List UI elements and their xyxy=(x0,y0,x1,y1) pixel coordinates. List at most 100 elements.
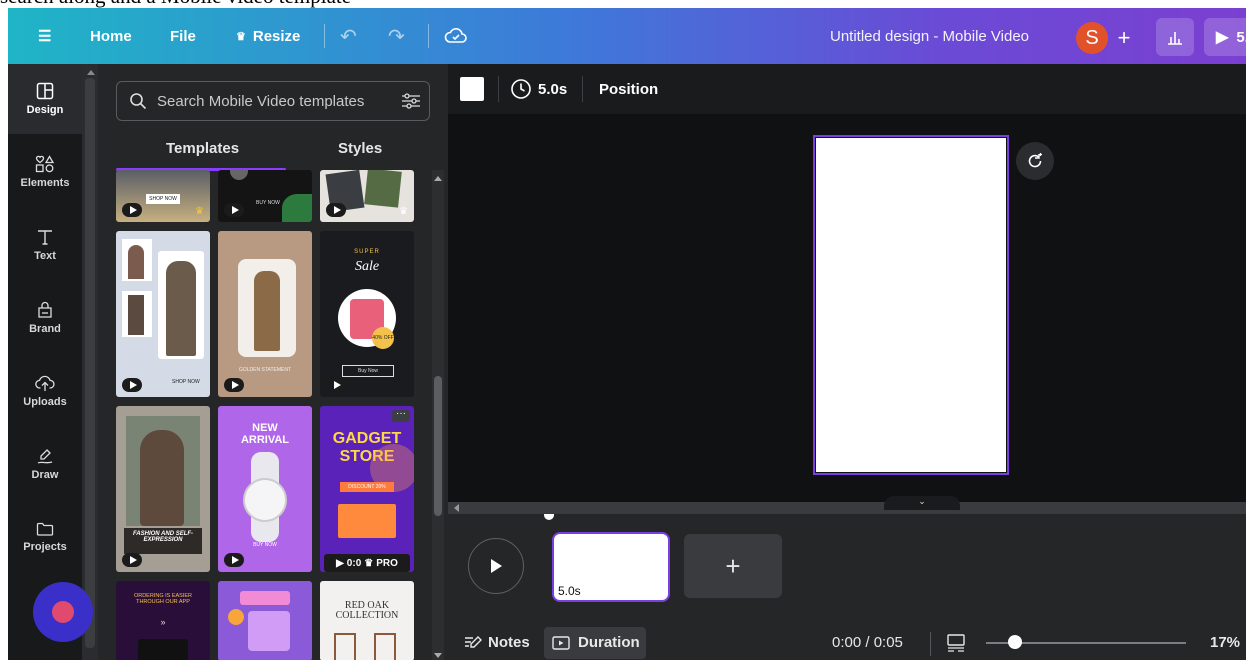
scene-duration: 5.0s xyxy=(558,584,581,598)
expand-timeline-button[interactable]: ⌄ xyxy=(884,496,960,510)
add-scene-button[interactable]: + xyxy=(684,534,782,598)
crown-icon: ♛ xyxy=(399,206,408,217)
crown-icon: ♛ xyxy=(236,30,246,43)
scroll-down-icon[interactable] xyxy=(434,653,442,658)
template-thumbnail[interactable]: ··· GADGET STORE DISCOUNT 20% ▶ 0:0 ♛ PRO xyxy=(320,406,414,572)
canvas-toolbar: 5.0s Position xyxy=(448,64,1246,114)
clipped-caption: search along and a Mobile video template xyxy=(0,0,1246,8)
video-badge-icon xyxy=(326,203,346,217)
divider xyxy=(930,632,931,656)
template-thumbnail[interactable]: GOLDEN STATEMENT xyxy=(218,231,312,397)
home-button[interactable]: Home xyxy=(90,8,132,64)
text-icon xyxy=(38,230,52,245)
share-plus-icon[interactable]: + xyxy=(1108,22,1140,54)
divider xyxy=(428,24,429,48)
resize-button[interactable]: ♛ Resize xyxy=(236,8,300,64)
rail-scrollbar[interactable] xyxy=(82,64,98,660)
crown-icon: ♛ xyxy=(195,206,204,217)
clock-icon xyxy=(511,79,531,99)
template-thumbnail[interactable]: BUY NOW xyxy=(218,170,312,222)
play-icon: ▶ xyxy=(336,557,344,569)
timeline: 5.0s + Notes Duration 0:00 / 0:05 17% xyxy=(448,514,1246,660)
undo-icon[interactable]: ↶ xyxy=(340,8,357,64)
filter-icon[interactable] xyxy=(401,92,421,110)
background-color-swatch[interactable] xyxy=(460,77,484,101)
video-badge-icon xyxy=(326,378,346,392)
template-thumbnail[interactable]: RED OAK COLLECTION xyxy=(320,581,414,660)
design-page[interactable] xyxy=(813,135,1009,475)
play-button[interactable] xyxy=(468,538,524,594)
rail-item-uploads[interactable]: Uploads xyxy=(8,356,82,426)
rail-item-brand[interactable]: Brand xyxy=(8,283,82,353)
crown-icon: ♛ xyxy=(364,557,374,569)
position-button[interactable]: Position xyxy=(599,64,658,114)
folder-icon xyxy=(36,522,54,536)
scroll-up-icon[interactable] xyxy=(87,70,95,75)
layout-icon xyxy=(36,82,54,100)
canvas-workspace xyxy=(448,114,1246,502)
rail-item-elements[interactable]: Elements xyxy=(8,137,82,207)
page-view-icon[interactable] xyxy=(946,634,966,657)
magic-assistant-button[interactable] xyxy=(33,582,93,642)
notes-icon xyxy=(465,635,482,648)
play-icon: ▶ xyxy=(1216,29,1229,46)
draw-icon xyxy=(37,449,53,464)
zoom-slider-handle[interactable] xyxy=(1008,635,1022,649)
menu-icon[interactable]: ☰ xyxy=(38,8,51,64)
cloud-upload-icon xyxy=(35,375,55,391)
redo-icon[interactable]: ↷ xyxy=(388,8,405,64)
more-options-icon[interactable]: ··· xyxy=(392,409,410,422)
template-thumbnail[interactable]: ♛ xyxy=(320,170,414,222)
video-badge-icon xyxy=(122,203,142,217)
panel-scroll-thumb[interactable] xyxy=(434,376,442,516)
template-thumbnail[interactable]: SHOP NOW xyxy=(116,231,210,397)
video-badge-icon xyxy=(122,553,142,567)
side-navigation: Design Elements Text Brand Uploads Draw … xyxy=(8,64,82,660)
scroll-up-icon[interactable] xyxy=(434,176,442,181)
insights-icon[interactable] xyxy=(1156,18,1194,56)
video-badge-icon xyxy=(224,378,244,392)
template-thumbnail[interactable]: SHOP NOW ♛ xyxy=(116,170,210,222)
rail-item-design[interactable]: Design xyxy=(8,64,82,134)
search-input[interactable]: Search Mobile Video templates xyxy=(116,81,430,121)
video-badge-icon xyxy=(122,378,142,392)
tab-styles[interactable]: Styles xyxy=(338,140,382,157)
avatar[interactable]: S xyxy=(1076,22,1108,54)
present-button[interactable]: ▶5. xyxy=(1204,18,1246,56)
template-thumbnail[interactable]: SUPER Sale 40% OFF Buy Now xyxy=(320,231,414,397)
template-thumbnail[interactable]: NEW ARRIVAL BUY NOW xyxy=(218,406,312,572)
search-icon xyxy=(130,93,147,110)
playhead[interactable] xyxy=(544,514,554,520)
divider xyxy=(498,76,499,102)
shapes-icon xyxy=(35,155,55,173)
top-bar: ☰ Home File ♛ Resize ↶ ↷ Untitled design … xyxy=(8,8,1246,64)
file-button[interactable]: File xyxy=(170,8,196,64)
document-title[interactable]: Untitled design - Mobile Video xyxy=(830,8,1029,64)
video-badge-icon xyxy=(224,553,244,567)
rail-item-projects[interactable]: Projects xyxy=(8,502,82,572)
template-thumbnail[interactable] xyxy=(218,581,312,660)
template-thumbnail[interactable]: ORDERING IS EASIER THROUGH OUR APP » xyxy=(116,581,210,660)
notes-button[interactable]: Notes xyxy=(464,634,530,651)
tab-templates[interactable]: Templates xyxy=(166,140,239,157)
duration-button[interactable]: 5.0s xyxy=(510,64,567,114)
templates-panel: Search Mobile Video templates Templates … xyxy=(98,64,448,660)
rail-item-text[interactable]: Text xyxy=(8,210,82,280)
template-thumbnail[interactable]: FASHION AND SELF-EXPRESSION xyxy=(116,406,210,572)
plus-icon: + xyxy=(725,550,741,581)
cloud-saved-icon[interactable] xyxy=(444,8,468,64)
record-icon xyxy=(52,601,74,623)
time-readout: 0:00 / 0:05 xyxy=(832,634,903,651)
rail-item-draw[interactable]: Draw xyxy=(8,429,82,499)
chair-image xyxy=(334,633,356,660)
scene-thumbnail[interactable]: 5.0s xyxy=(552,532,670,602)
scroll-left-icon[interactable] xyxy=(454,504,459,512)
scroll-thumb[interactable] xyxy=(85,78,95,648)
zoom-level[interactable]: 17% xyxy=(1210,634,1240,651)
timeline-scrollbar[interactable]: ⌄ xyxy=(448,496,1246,514)
chevron-down-icon: ⌄ xyxy=(918,496,926,506)
regenerate-icon[interactable] xyxy=(1016,142,1054,180)
discount-badge: 40% OFF xyxy=(372,327,394,349)
template-grid: SHOP NOW ♛ BUY NOW ♛ SHOP NOW GOLDEN STA… xyxy=(116,170,416,660)
duration-label: Duration xyxy=(552,634,640,651)
